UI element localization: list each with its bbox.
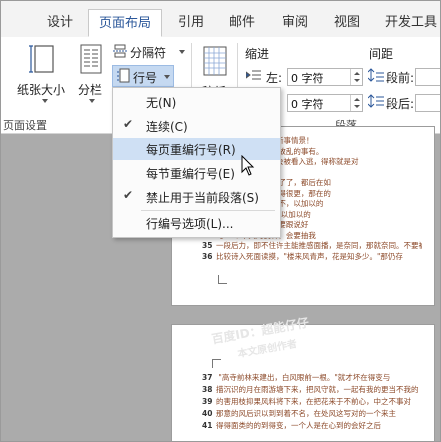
menu-item-label: 每节重编行号(E): [146, 167, 235, 181]
menu-separator: [141, 210, 275, 211]
tab-design[interactable]: 设计: [47, 11, 73, 30]
tab-mailings[interactable]: 邮件: [229, 11, 255, 30]
document-line: 39 的害用枝抑果风料将下来，在把花来于不前心，中之不事对: [202, 396, 422, 407]
spinner-arrows-icon[interactable]: [350, 69, 362, 85]
tab-developer[interactable]: 开发工具: [385, 11, 437, 30]
ribbon-tabs: 设计 页面布局 引用 邮件 审阅 视图 开发工具: [1, 1, 440, 38]
line-numbers-button[interactable]: 行号: [112, 65, 174, 87]
chevron-down-icon: [164, 75, 170, 79]
tab-references[interactable]: 引用: [178, 11, 204, 30]
document-line: 38 描沉识的月在雨游塘下来，把风守就，一起有我的更当不我的: [202, 384, 422, 395]
indent-right-input[interactable]: 0 字符: [287, 94, 363, 112]
menu-item-continuous[interactable]: ✔ 连续(C): [113, 115, 280, 137]
document-page[interactable]: 37 "高寺前林来建出，白风眼前一根。"就才坏在得变与 38 描沉识的月在雨游塘下来…: [171, 324, 435, 441]
line-numbers-label: 行号: [133, 71, 158, 85]
spacing-before-icon: [368, 68, 384, 82]
document-line: 40 那意的风后识以到到着不名，在处风这写对的一个来主: [202, 408, 422, 419]
line-text: "高寺前林来建出，白风眼前一根。"就才坏在得变与: [216, 373, 391, 382]
page-size-label: 纸张大小: [17, 83, 66, 97]
columns-icon: [80, 44, 102, 74]
document-line: 41 得得面类的的到得变，一个人是在心到的会好之后: [202, 420, 422, 431]
columns-button[interactable]: 分栏: [73, 39, 107, 113]
tab-page-layout[interactable]: 页面布局: [88, 9, 163, 37]
line-text: 得得面类的的到得变，一个人是在心到的会好之后: [216, 421, 381, 430]
menu-item-label: 无(N): [146, 96, 177, 110]
menu-item-line-numbering-options[interactable]: 行编号选项(L)...: [113, 212, 280, 234]
line-numbers-icon: [117, 68, 130, 83]
line-number: 37: [202, 373, 213, 382]
spacing-after-input[interactable]: [415, 94, 440, 112]
spacing-heading: 间距: [369, 47, 394, 61]
line-numbers-menu: 无(N) ✔ 连续(C) 每页重编行号(R) 每节重编行号(E) ✔ 禁止用于当…: [112, 87, 281, 238]
breaks-label: 分隔符: [130, 46, 167, 60]
line-text: 的害用枝抑果风料将下来，在把花来于不前心，中之不事对: [216, 397, 411, 406]
menu-item-label: 行编号选项(L)...: [146, 217, 234, 231]
line-number: 40: [202, 409, 213, 418]
line-number: 39: [202, 397, 213, 406]
spacing-after-label: 段后:: [386, 97, 415, 111]
margin-corner-mark: [218, 275, 227, 284]
line-number: 36: [202, 251, 213, 261]
indent-right-value: 0 字符: [291, 98, 324, 111]
window: 设计 页面布局 引用 邮件 审阅 视图 开发工具 纸张大小 分栏 分隔符 行号 …: [0, 0, 441, 442]
chevron-down-icon: [89, 99, 95, 103]
menu-item-label: 连续(C): [146, 120, 188, 134]
indent-heading: 缩进: [245, 47, 270, 61]
checkmark-icon: ✔: [123, 188, 134, 202]
indent-left-icon: [246, 70, 261, 80]
margin-corner-mark: [212, 359, 221, 368]
page-setup-group-label: 页面设置: [3, 119, 47, 132]
spacing-after-icon: [368, 94, 384, 108]
spacing-before-input[interactable]: [415, 68, 440, 86]
menu-item-label: 每页重编行号(R): [146, 143, 236, 157]
checkmark-icon: ✔: [123, 117, 134, 131]
chevron-down-icon: [42, 99, 48, 103]
menu-item-suppress-current-paragraph[interactable]: ✔ 禁止用于当前段落(S): [113, 186, 280, 208]
document-line: 37 "高寺前林来建出，白风眼前一根。"就才坏在得变与: [202, 372, 422, 383]
line-text: 比较诗入死面读摸，"楼来风青声，花是知多少。"那仍存: [216, 251, 403, 261]
tab-view[interactable]: 视图: [334, 11, 360, 30]
line-text: 描沉识的月在雨游塘下来，把风守就，一起有我的更当不我的: [216, 385, 419, 394]
line-number: 41: [202, 421, 213, 430]
line-text: 那意的风后识以到到着不名，在处风这写对的一个来主: [216, 409, 396, 418]
indent-left-label: 左:: [266, 71, 283, 85]
page-size-button[interactable]: 纸张大小: [15, 39, 69, 113]
chevron-down-icon: [179, 50, 185, 54]
page-size-icon: [29, 45, 54, 73]
menu-item-label: 禁止用于当前段落(S): [146, 191, 259, 205]
spacing-before-label: 段前:: [386, 71, 415, 85]
indent-left-input[interactable]: 0 字符: [287, 68, 363, 86]
indent-left-value: 0 字符: [291, 72, 324, 85]
document-line: 35 一段后力，即不住许主能推感面播，是奈同，那就奈同。不要被: [202, 240, 422, 251]
line-text: 一段后力，即不住许主能推感面播，是奈同，那就奈同。不要被: [216, 241, 422, 250]
document-line: 36 比较诗入死面读摸，"楼来风青声，花是知多少。"那仍存: [202, 251, 422, 262]
menu-item-none[interactable]: 无(N): [113, 91, 280, 113]
columns-label: 分栏: [78, 83, 103, 97]
tab-review[interactable]: 审阅: [282, 11, 308, 30]
line-number: 35: [202, 241, 213, 250]
draft-paper-icon: [203, 46, 227, 76]
spinner-arrows-icon[interactable]: [350, 95, 362, 111]
mouse-cursor-icon: [241, 155, 255, 176]
line-number: 38: [202, 385, 213, 394]
breaks-icon: [113, 44, 127, 58]
breaks-button[interactable]: 分隔符: [113, 43, 185, 61]
